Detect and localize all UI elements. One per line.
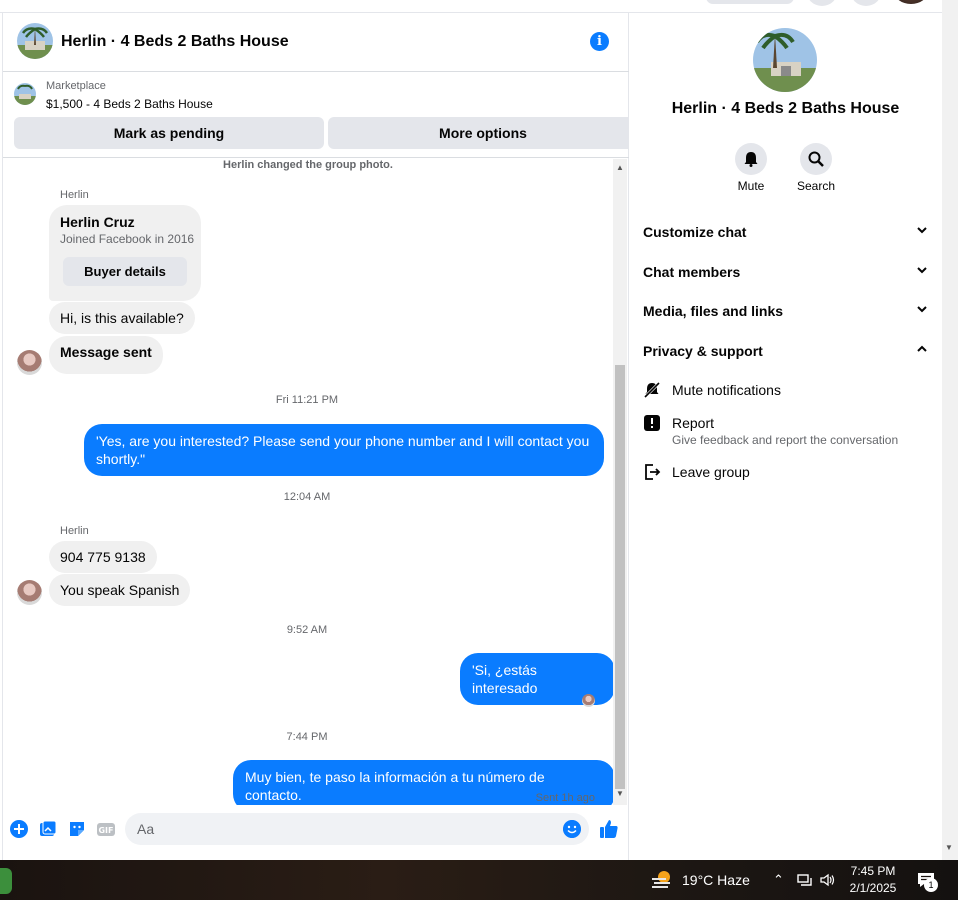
message-bubble-incoming[interactable]: Hi, is this available? — [49, 302, 195, 334]
top-notifications-button[interactable] — [850, 0, 882, 6]
section-label: Customize chat — [643, 224, 747, 240]
message-bubble-incoming[interactable]: Message sent — [49, 336, 163, 374]
search-icon — [808, 151, 824, 167]
composer: GIF Aa — [3, 809, 629, 859]
chat-scrollbar[interactable]: ▲ ▼ — [613, 159, 627, 805]
buyer-details-button[interactable]: Buyer details — [63, 257, 187, 286]
report-description: Give feedback and report the conversatio… — [672, 433, 899, 447]
mute-action[interactable]: Mute — [721, 143, 781, 193]
section-label: Privacy & support — [643, 343, 763, 359]
buyer-joined: Joined Facebook in 2016 — [60, 232, 195, 246]
sent-status: Sent 1h ago — [535, 792, 595, 804]
gif-icon[interactable]: GIF — [96, 819, 116, 839]
bell-off-icon — [643, 381, 661, 399]
report-icon — [644, 415, 660, 431]
chevron-down-icon — [917, 306, 927, 313]
page-scroll-down-arrow[interactable]: ▼ — [945, 843, 953, 852]
top-menu-button[interactable] — [806, 0, 838, 6]
emoji-icon[interactable] — [563, 820, 581, 838]
message-input[interactable]: Aa — [125, 813, 589, 845]
timestamp: 12:04 AM — [283, 491, 331, 503]
read-receipt-avatar — [582, 694, 595, 707]
search-action[interactable]: Search — [786, 143, 846, 193]
taskbar-app-icon[interactable] — [0, 868, 12, 894]
scroll-down-arrow[interactable]: ▼ — [615, 789, 625, 801]
chat-header: Herlin · 4 Beds 2 Baths House i — [3, 13, 629, 72]
chevron-down-icon — [917, 227, 927, 234]
notification-badge: 1 — [924, 878, 938, 892]
marketplace-label: Marketplace — [46, 80, 106, 92]
chevron-down-icon — [917, 267, 927, 274]
chat-panel: Herlin · 4 Beds 2 Baths House i Marketpl… — [2, 13, 638, 860]
network-icon[interactable] — [797, 872, 813, 888]
listing-thumbnail[interactable] — [14, 83, 36, 105]
sender-avatar[interactable] — [17, 580, 42, 605]
sender-avatar[interactable] — [17, 350, 42, 375]
mute-notifications-label: Mute notifications — [672, 382, 781, 398]
report-label: Report — [672, 415, 715, 431]
clock-date[interactable]: 2/1/2025 — [843, 881, 903, 895]
system-note: Herlin changed the group photo. — [223, 159, 393, 171]
sticker-icon[interactable] — [67, 819, 87, 839]
conversation-info-panel: Herlin · 4 Beds 2 Baths House Mute Searc… — [629, 13, 942, 860]
section-privacy-support[interactable]: Privacy & support — [643, 336, 929, 366]
photo-icon[interactable] — [38, 819, 58, 839]
sender-name: Herlin — [60, 525, 89, 537]
windows-taskbar: 19°C Haze ⌃ 7:45 PM 2/1/2025 1 — [0, 860, 958, 900]
top-header-strip — [0, 0, 942, 13]
section-label: Chat members — [643, 264, 741, 280]
message-bubble-incoming[interactable]: 904 775 9138 — [49, 541, 157, 573]
leave-group-label: Leave group — [672, 464, 750, 480]
scroll-up-arrow[interactable]: ▲ — [615, 163, 625, 175]
volume-icon[interactable] — [820, 872, 836, 888]
leave-icon — [645, 464, 661, 480]
group-photo[interactable] — [753, 28, 817, 92]
listing-title[interactable]: $1,500 - 4 Beds 2 Baths House — [46, 97, 213, 111]
chat-title[interactable]: Herlin · 4 Beds 2 Baths House — [61, 33, 289, 51]
scroll-thumb[interactable] — [615, 365, 625, 789]
clock-time[interactable]: 7:45 PM — [843, 864, 903, 878]
page-scrollbar[interactable]: ▼ — [942, 0, 958, 860]
more-options-button[interactable]: More options — [328, 117, 638, 149]
timestamp: 9:52 AM — [286, 624, 328, 636]
info-panel-title: Herlin · 4 Beds 2 Baths House — [671, 100, 900, 117]
section-chat-members[interactable]: Chat members — [643, 257, 929, 287]
svg-text:GIF: GIF — [98, 826, 113, 835]
message-bubble-outgoing[interactable]: 'Yes, are you interested? Please send yo… — [84, 424, 604, 476]
timestamp: Fri 11:21 PM — [275, 394, 339, 406]
buyer-name: Herlin Cruz — [60, 214, 135, 230]
plus-icon[interactable] — [9, 819, 29, 839]
marketplace-bar: Marketplace $1,500 - 4 Beds 2 Baths Hous… — [3, 73, 638, 158]
haze-weather-icon[interactable] — [650, 869, 674, 891]
info-icon[interactable]: i — [590, 32, 609, 51]
message-list: Herlin changed the group photo. Herlin H… — [3, 159, 615, 805]
section-customize-chat[interactable]: Customize chat — [643, 217, 929, 247]
message-bubble-incoming[interactable]: You speak Spanish — [49, 574, 191, 606]
account-avatar[interactable] — [894, 0, 928, 4]
chevron-up-icon[interactable]: ⌃ — [773, 872, 789, 888]
chevron-up-icon — [917, 345, 927, 352]
mark-as-pending-button[interactable]: Mark as pending — [14, 117, 324, 149]
section-media-files-links[interactable]: Media, files and links — [643, 296, 929, 326]
timestamp: 7:44 PM — [286, 731, 328, 743]
search-label: Search — [796, 179, 836, 193]
buyer-card: Herlin Cruz Joined Facebook in 2016 Buye… — [49, 205, 201, 301]
like-icon[interactable] — [598, 818, 620, 840]
bell-icon — [744, 152, 758, 167]
report-option[interactable]: Report Give feedback and report the conv… — [643, 414, 929, 448]
group-avatar[interactable] — [17, 23, 53, 59]
leave-group-option[interactable]: Leave group — [643, 463, 929, 483]
section-label: Media, files and links — [643, 303, 784, 319]
top-pill-button[interactable] — [706, 0, 794, 4]
weather-text[interactable]: 19°C Haze — [682, 872, 750, 888]
sender-name: Herlin — [60, 189, 89, 201]
mute-notifications-option[interactable]: Mute notifications — [643, 381, 929, 401]
message-input-placeholder: Aa — [137, 821, 155, 837]
mute-label: Mute — [737, 179, 765, 193]
